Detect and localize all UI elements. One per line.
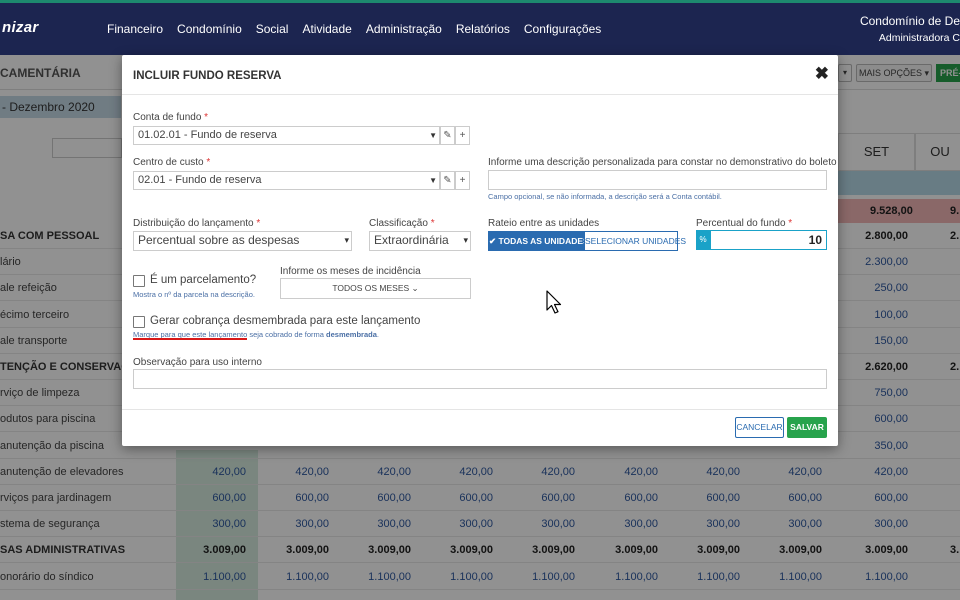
centro-custo-select[interactable]: 02.01 - Fundo de reserva ▼ [133,171,440,190]
distribuicao-label: Distribuição do lançamento * [133,218,261,229]
nav-condominio[interactable]: Condomínio [177,22,242,36]
desmembrada-checkbox[interactable] [133,316,145,328]
classificacao-label: Classificação * [369,218,435,229]
top-navbar: nizar Financeiro Condomínio Social Ativi… [0,0,960,55]
nav-configuracoes[interactable]: Configurações [524,22,601,36]
caret-down-icon: ▼ [429,131,437,140]
descricao-hint: Campo opcional, se não informada, a desc… [488,192,722,201]
plus-icon[interactable]: + [455,126,470,145]
dialog-title: INCLUIR FUNDO RESERVA [133,70,282,82]
caret-down-icon: ▾ [344,235,349,245]
main-nav: Financeiro Condomínio Social Atividade A… [107,22,601,36]
plus-icon[interactable]: + [455,171,470,190]
caret-down-icon: ▼ [429,176,437,185]
centro-custo-label: Centro de custo * [133,157,211,168]
percentual-input[interactable]: 10 [710,230,827,250]
nav-relatorios[interactable]: Relatórios [456,22,510,36]
nav-administracao[interactable]: Administração [366,22,442,36]
centro-custo-value: 02.01 - Fundo de reserva [138,174,262,186]
parcelamento-hint: Mostra o nº da parcela na descrição. [133,290,255,299]
dialog-header: INCLUIR FUNDO RESERVA ✖ [122,55,838,95]
distribuicao-select[interactable]: Percentual sobre as despesas ▾ [133,231,352,251]
save-button[interactable]: SALVAR [787,417,827,438]
distribuicao-value: Percentual sobre as despesas [138,233,300,247]
conta-fundo-label: Conta de fundo * [133,112,209,123]
condo-admin: Administradora C [878,32,960,44]
descricao-label: Informe uma descrição personalizada para… [488,157,837,168]
pencil-icon[interactable]: ✎ [440,126,455,145]
app-logo[interactable]: nizar [2,19,39,36]
conta-fundo-value: 01.02.01 - Fundo de reserva [138,129,277,141]
incluir-fundo-reserva-dialog: INCLUIR FUNDO RESERVA ✖ Conta de fundo *… [122,55,838,446]
dialog-footer-divider [122,409,838,410]
nav-atividade[interactable]: Atividade [302,22,351,36]
close-icon[interactable]: ✖ [815,64,829,84]
descricao-input[interactable] [488,170,827,190]
observacao-label: Observação para uso interno [133,357,262,368]
red-underline-annotation [133,338,247,340]
meses-dropdown[interactable]: TODOS OS MESES ⌄ [280,278,471,299]
todas-unidades-button[interactable]: ✔ TODAS AS UNIDADES [488,231,589,251]
percent-icon: % [696,230,710,250]
pencil-icon[interactable]: ✎ [440,171,455,190]
rateio-label: Rateio entre as unidades [488,218,600,229]
desmembrada-label: Gerar cobrança desmembrada para este lan… [150,315,421,327]
nav-social[interactable]: Social [256,22,289,36]
percentual-label: Percentual do fundo * [696,218,793,229]
parcelamento-label: É um parcelamento? [150,274,257,286]
observacao-input[interactable] [133,369,827,389]
cancel-button[interactable]: CANCELAR [735,417,784,438]
parcelamento-checkbox[interactable] [133,275,145,287]
mouse-pointer-icon [546,290,562,314]
condo-selector[interactable]: Condomínio de De Administradora C [860,14,960,44]
selecionar-unidades-button[interactable]: SELECIONAR UNIDADES [584,231,686,251]
meses-label: Informe os meses de incidência [280,266,421,277]
caret-down-icon: ▾ [463,235,468,245]
nav-financeiro[interactable]: Financeiro [107,22,163,36]
classificacao-select[interactable]: Extraordinária ▾ [369,231,471,251]
conta-fundo-select[interactable]: 01.02.01 - Fundo de reserva ▼ [133,126,440,145]
condo-name: Condomínio de De [859,14,960,28]
classificacao-value: Extraordinária [374,233,449,247]
